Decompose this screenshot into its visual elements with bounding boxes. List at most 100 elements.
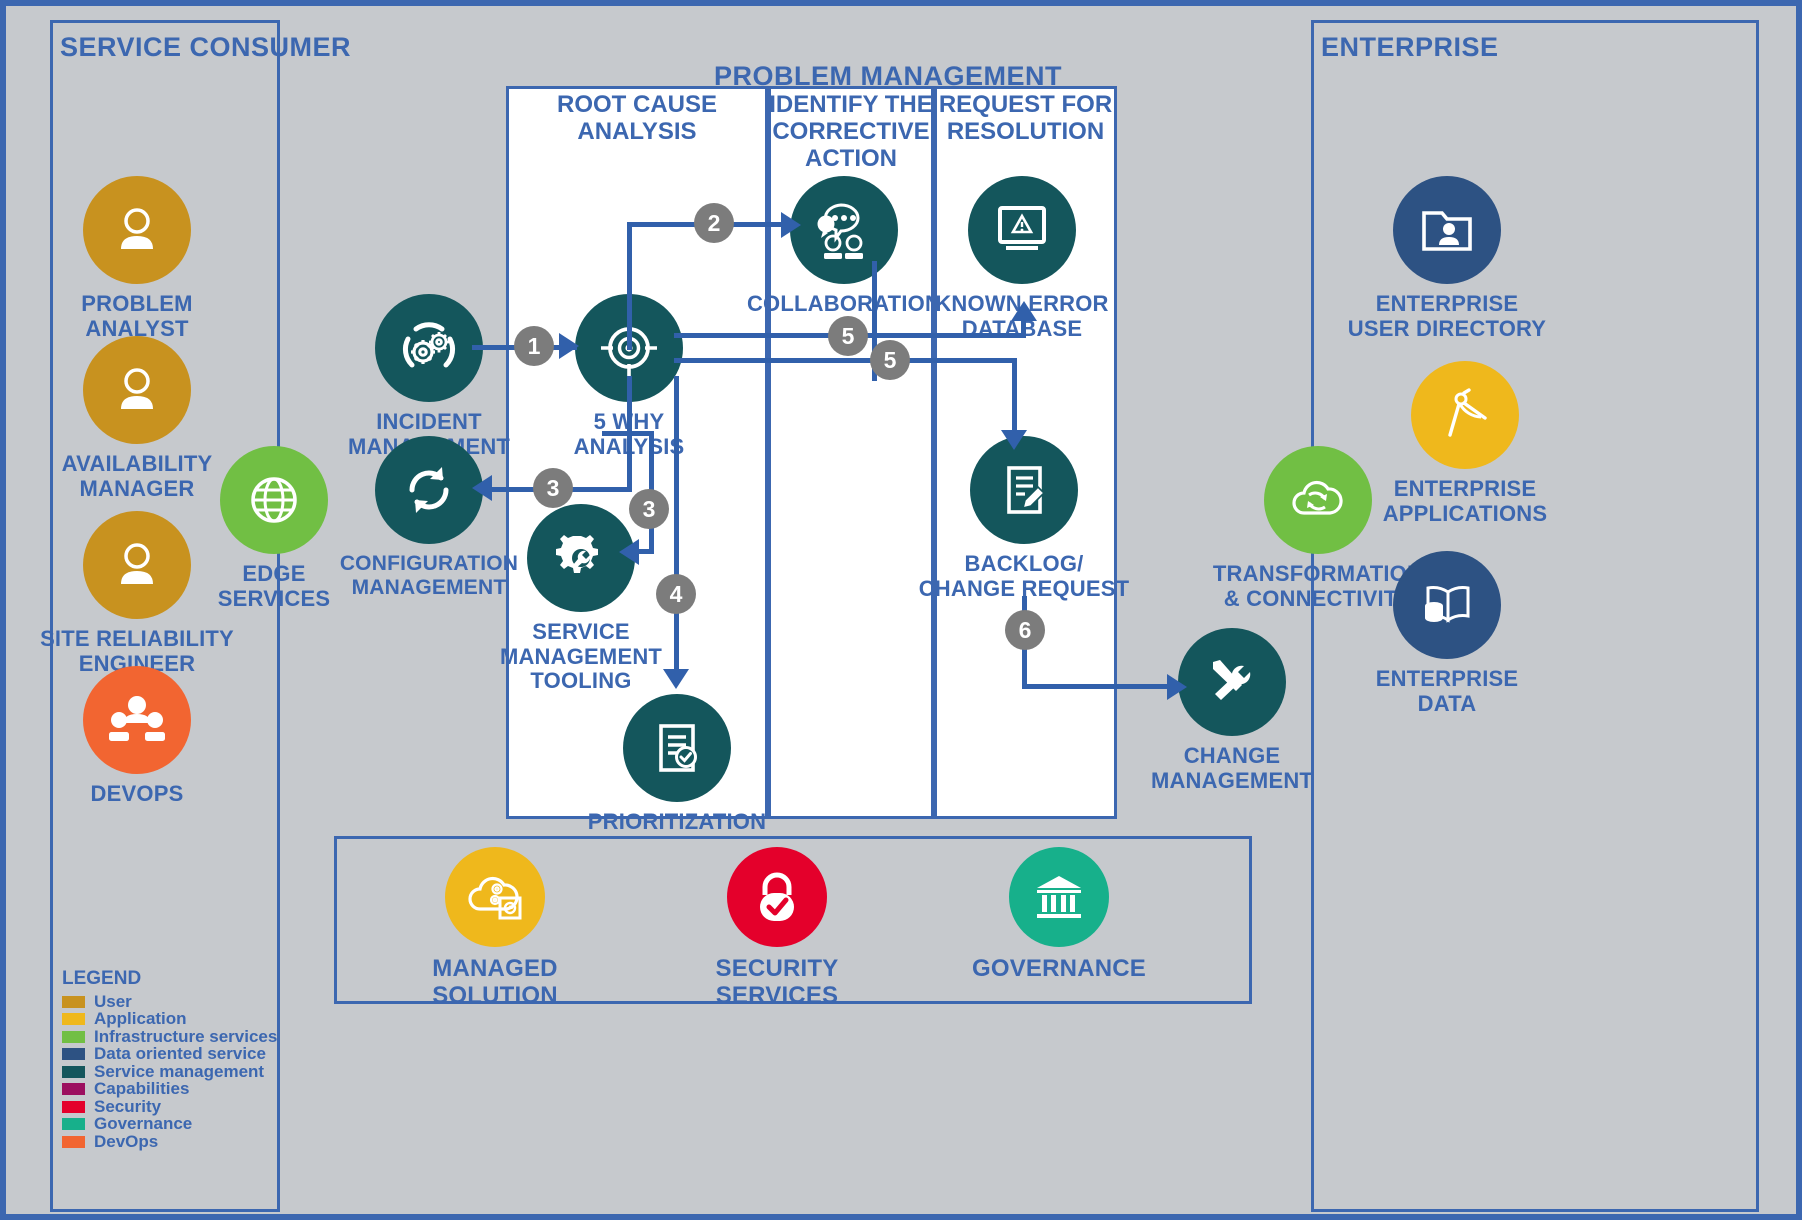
arrowhead-to-prioritization: [663, 669, 689, 689]
node-security-services[interactable]: SECURITY SERVICES: [647, 847, 907, 1010]
legend-swatch-capabilities: [62, 1083, 85, 1096]
legend-item-service-management: Service management: [62, 1062, 277, 1081]
collaboration-chat-icon: [817, 203, 863, 259]
node-prioritization[interactable]: PRIORITIZATION: [567, 694, 787, 835]
connector-5why-to-prioritization: [674, 376, 679, 676]
collaboration-circle: [790, 176, 898, 284]
problem-analyst-label: PROBLEM ANALYST: [81, 291, 193, 341]
cloud-gears-icon: [468, 876, 522, 920]
security-services-label: SECURITY SERVICES: [715, 955, 839, 1009]
connector-5why-to-backlog: [674, 358, 1017, 363]
governance-label: GOVERNANCE: [971, 955, 1147, 982]
legend-item-application: Application: [62, 1009, 277, 1028]
column-head-request-for-resolution: REQUEST FOR RESOLUTION: [938, 91, 1113, 145]
change-management-circle: [1178, 628, 1286, 736]
checklist-icon: [659, 724, 697, 772]
folder-user-icon: [1422, 211, 1472, 251]
node-change-management[interactable]: CHANGE MANAGEMENT: [1122, 628, 1342, 793]
managed-solution-circle: [445, 847, 545, 947]
legend-item-user: User: [62, 992, 277, 1011]
step-badge-3b: 3: [629, 489, 669, 529]
legend-swatch-data-oriented-service: [62, 1048, 85, 1061]
step-badge-3a: 3: [533, 468, 573, 508]
legend-swatch-infrastructure-services: [62, 1030, 85, 1043]
devops-circle: [83, 666, 191, 774]
legend: LEGEND User Application Infrastructure s…: [62, 968, 277, 1151]
transformation-connectivity-circle: [1264, 446, 1372, 554]
step-badge-5b: 5: [870, 340, 910, 380]
connector-5why-up: [627, 222, 632, 350]
arrowhead-to-service-mgmt-tooling: [619, 539, 639, 565]
globe-icon: [251, 477, 297, 523]
compass-icon: [1448, 388, 1487, 437]
node-managed-solution[interactable]: MANAGED SOLUTION: [365, 847, 625, 1010]
legend-item-infrastructure-services: Infrastructure services: [62, 1027, 277, 1046]
connector-5why-to-smt-top: [602, 431, 654, 436]
governance-circle: [1009, 847, 1109, 947]
connector-backlog-down: [1012, 358, 1017, 436]
legend-item-devops: DevOps: [62, 1131, 277, 1151]
legend-item-data-oriented-service: Data oriented service: [62, 1044, 277, 1063]
cloud-sync-icon: [1292, 480, 1343, 515]
arrowhead-to-collaboration: [781, 212, 801, 238]
step-badge-1: 1: [514, 326, 554, 366]
column-head-identify-corrective-action: IDENTIFY THE CORRECTIVE ACTION: [769, 91, 933, 172]
gear-wrench-icon: [556, 535, 598, 573]
step-badge-6: 6: [1005, 610, 1045, 650]
step-badge-5a: 5: [828, 316, 868, 356]
backlog-change-request-circle: [970, 436, 1078, 544]
zone-enterprise-title: ENTERPRISE: [1321, 32, 1499, 62]
legend-item-capabilities: Capabilities: [62, 1079, 277, 1098]
known-error-database-circle: [968, 176, 1076, 284]
step-badge-4: 4: [656, 574, 696, 614]
availability-manager-circle: [83, 336, 191, 444]
gears-incident-icon: [402, 322, 456, 368]
problem-analyst-circle: [83, 176, 191, 284]
lock-check-icon: [760, 872, 794, 921]
user-icon: [121, 368, 153, 409]
arrowhead-to-backlog: [1001, 430, 1027, 450]
legend-swatch-application: [62, 1013, 85, 1026]
legend-label-devops: DevOps: [94, 1131, 159, 1151]
incident-management-circle: [375, 294, 483, 402]
arrowhead-to-config-mgmt: [472, 475, 492, 501]
arrowhead-incident-to-5why: [559, 333, 579, 359]
zone-service-consumer-title: SERVICE CONSUMER: [60, 32, 352, 62]
node-devops[interactable]: DEVOPS: [27, 666, 247, 807]
managed-solution-label: MANAGED SOLUTION: [432, 955, 558, 1009]
monitor-warning-icon: [998, 206, 1046, 250]
column-head-root-cause-analysis: ROOT CAUSE ANALYSIS: [556, 91, 717, 145]
architecture-diagram: SERVICE CONSUMER ENTERPRISE PROBLEM MANA…: [0, 0, 1802, 1220]
legend-swatch-governance: [62, 1118, 85, 1131]
user-icon: [121, 208, 153, 249]
enterprise-user-directory-circle: [1393, 176, 1501, 284]
devops-group-icon: [109, 696, 165, 741]
enterprise-data-label: ENTERPRISE DATA: [1375, 666, 1519, 716]
legend-title: LEGEND: [62, 968, 142, 989]
legend-swatch-devops: [62, 1135, 85, 1148]
change-management-label: CHANGE MANAGEMENT: [1150, 743, 1314, 793]
node-governance[interactable]: GOVERNANCE: [929, 847, 1189, 983]
backlog-change-request-label: BACKLOG/ CHANGE REQUEST: [918, 551, 1130, 601]
edge-services-circle: [220, 446, 328, 554]
legend-swatch-user: [62, 995, 85, 1008]
enterprise-user-directory-label: ENTERPRISE USER DIRECTORY: [1347, 291, 1547, 341]
configuration-management-circle: [375, 436, 483, 544]
step-badge-2: 2: [694, 203, 734, 243]
wrench-screwdriver-icon: [1213, 660, 1251, 700]
book-database-icon: [1425, 586, 1470, 623]
legend-swatch-security: [62, 1100, 85, 1113]
connector-to-change-mgmt: [1022, 684, 1177, 689]
node-enterprise-data[interactable]: ENTERPRISE DATA: [1337, 551, 1557, 716]
node-backlog-change-request[interactable]: BACKLOG/ CHANGE REQUEST: [914, 436, 1134, 601]
prioritization-label: PRIORITIZATION: [587, 809, 767, 834]
node-incident-management[interactable]: INCIDENT MANAGEMENT: [319, 294, 539, 459]
node-problem-analyst[interactable]: PROBLEM ANALYST: [27, 176, 247, 341]
refresh-arrows-icon: [409, 467, 449, 513]
devops-label: DEVOPS: [90, 781, 184, 806]
service-management-tooling-label: SERVICE MANAGEMENT TOOLING: [499, 619, 663, 694]
security-services-circle: [727, 847, 827, 947]
arrowhead-to-known-error-database: [1011, 301, 1037, 321]
node-enterprise-user-directory[interactable]: ENTERPRISE USER DIRECTORY: [1337, 176, 1557, 341]
enterprise-data-circle: [1393, 551, 1501, 659]
